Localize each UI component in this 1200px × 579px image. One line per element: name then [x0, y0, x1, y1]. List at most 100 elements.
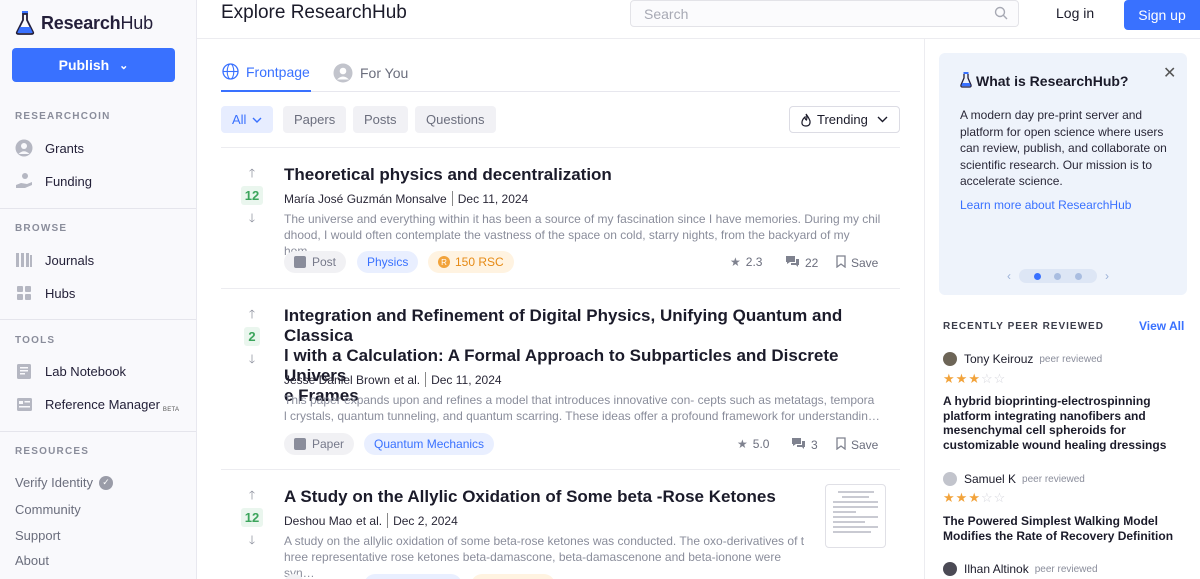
filter-papers[interactable]: Papers	[283, 106, 347, 133]
star-icon: ★	[737, 437, 748, 451]
sidebar-item-hubs[interactable]: Hubs	[15, 282, 75, 304]
score-value: 5.0	[752, 437, 770, 451]
carousel-dot[interactable]	[1075, 272, 1083, 280]
score-stat: ★ 5.0	[737, 437, 769, 451]
sidebar-item-label: Reference Manager	[45, 396, 160, 412]
fire-icon	[800, 113, 812, 127]
sidebar-item-journals[interactable]: Journals	[15, 249, 94, 271]
post-date: Dec 11, 2024	[457, 191, 529, 206]
post-type-icon	[294, 256, 306, 268]
login-button[interactable]: Log in	[1056, 5, 1094, 21]
star-icon: ☆	[980, 490, 994, 505]
logo-text-bold: Research	[41, 12, 121, 33]
meta-separator	[387, 513, 389, 528]
downvote-arrow-icon[interactable]: 🡓	[249, 353, 255, 365]
logo[interactable]: ResearchHub	[14, 8, 153, 38]
hub-chip[interactable]: Physics	[357, 251, 419, 273]
chevron-left-icon[interactable]: ‹	[1007, 269, 1011, 283]
post-authors[interactable]: Deshou Mao	[284, 514, 352, 528]
funding-icon	[15, 172, 33, 190]
sidebar-item-funding[interactable]: Funding	[15, 170, 92, 192]
verified-check-icon: ✓	[99, 475, 114, 490]
post-authors[interactable]: María José Guzmán Monsalve	[284, 192, 447, 206]
search-input[interactable]	[644, 5, 974, 22]
reviewed-paper-title[interactable]: The Powered Simplest Walking Model Modif…	[943, 514, 1178, 543]
thumbnail-line	[833, 531, 872, 533]
reference-icon	[15, 395, 33, 413]
tab-frontpage[interactable]: Frontpage	[222, 63, 310, 80]
tab-label: Frontpage	[246, 63, 310, 80]
star-icon: ★	[730, 255, 741, 269]
downvote-arrow-icon[interactable]: 🡓	[249, 534, 255, 546]
carousel-dot[interactable]	[1033, 272, 1041, 280]
type-chip[interactable]: Paper	[284, 433, 355, 455]
chip-label: 150 RSC	[455, 255, 504, 269]
post-date: Dec 11, 2024	[431, 372, 502, 387]
sidebar-item-reference-manager[interactable]: Reference Manager BETA	[15, 393, 179, 415]
feed-divider	[221, 288, 900, 289]
chip-label: Paper	[312, 437, 345, 451]
sidebar-item-grants[interactable]: Grants	[15, 137, 84, 159]
tab-for-you[interactable]: For You	[333, 63, 408, 83]
upvote-arrow-icon[interactable]: 🡑	[249, 308, 255, 320]
post-title[interactable]: Theoretical physics and decentralization	[284, 165, 887, 185]
resource-community[interactable]: Community	[15, 502, 81, 517]
post-title[interactable]: A Study on the Allylic Oxidation of Some…	[284, 487, 814, 507]
carousel-nav: ‹ ›	[1007, 269, 1109, 283]
save-button[interactable]: Save	[836, 437, 878, 453]
filter-questions[interactable]: Questions	[415, 106, 496, 133]
star-icon: ★	[943, 371, 956, 386]
avatar	[943, 562, 957, 576]
avatar	[943, 472, 957, 486]
feed-divider	[221, 147, 900, 148]
publish-button[interactable]: Publish ⌄	[12, 48, 175, 82]
view-all-link[interactable]: View All	[1139, 319, 1184, 333]
chevron-right-icon[interactable]: ›	[1105, 269, 1109, 283]
reviewer[interactable]: Tony Keirouz peer reviewed	[943, 352, 1102, 366]
filter-all[interactable]: All	[221, 106, 274, 133]
search-icon[interactable]	[994, 6, 1008, 25]
vote-widget: 🡑 2 🡓	[240, 308, 264, 365]
paper-thumbnail[interactable]	[825, 484, 886, 548]
chevron-down-icon: ⌄	[119, 59, 129, 72]
downvote-arrow-icon[interactable]: 🡓	[249, 212, 255, 224]
star-icon: ★	[955, 490, 969, 505]
reviewer[interactable]: Ilhan Altinok peer reviewed	[943, 562, 1098, 576]
search-bar[interactable]	[630, 0, 1019, 27]
hub-chip[interactable]: Quantum Mechanics	[364, 433, 495, 455]
resource-verify-identity[interactable]: Verify Identity ✓	[15, 475, 114, 490]
post-title[interactable]: Integration and Refinement of Digital Ph…	[284, 306, 887, 406]
close-icon[interactable]: ✕	[1163, 63, 1176, 83]
chevron-down-icon	[252, 117, 262, 123]
hub-chip[interactable]	[364, 574, 462, 579]
sidebar-item-label: Journals	[45, 252, 95, 268]
save-button[interactable]: Save	[836, 255, 878, 271]
learn-more-link[interactable]: Learn more about ResearchHub	[960, 198, 1131, 212]
journals-icon	[15, 251, 33, 269]
resource-support[interactable]: Support	[15, 528, 61, 543]
excerpt-line: This paper expands upon and refines a mo…	[284, 393, 875, 407]
comments-stat[interactable]: 22	[785, 255, 818, 271]
rsc-bounty-chip[interactable]	[471, 574, 555, 579]
resource-about[interactable]: About	[15, 553, 49, 568]
thumbnail-line	[833, 516, 878, 518]
post-authors[interactable]: Jesse Daniel Brown	[284, 373, 390, 387]
signup-button[interactable]: Sign up	[1124, 0, 1200, 30]
notebook-icon	[15, 362, 33, 380]
reviewer[interactable]: Samuel K peer reviewed	[943, 472, 1085, 486]
upvote-arrow-icon[interactable]: 🡑	[249, 489, 255, 501]
sidebar-item-lab-notebook[interactable]: Lab Notebook	[15, 360, 126, 382]
rsc-coin-icon: R	[438, 256, 450, 268]
comments-stat[interactable]: 3	[791, 437, 818, 453]
title-line: Integration and Refinement of Digital Ph…	[284, 306, 843, 345]
thumbnail-line	[833, 511, 856, 513]
carousel-dot[interactable]	[1054, 272, 1062, 280]
reviewed-paper-title[interactable]: A hybrid bioprinting-electrospinning pla…	[943, 394, 1178, 452]
sort-dropdown[interactable]: Trending	[789, 106, 900, 133]
carousel-dots	[1019, 269, 1097, 283]
upvote-arrow-icon[interactable]: 🡑	[249, 167, 255, 179]
type-chip[interactable]: Post	[284, 251, 347, 273]
filter-posts[interactable]: Posts	[353, 106, 408, 133]
about-body: A modern day pre-print server and platfo…	[960, 108, 1167, 188]
rsc-bounty-chip[interactable]: R 150 RSC	[428, 251, 514, 273]
